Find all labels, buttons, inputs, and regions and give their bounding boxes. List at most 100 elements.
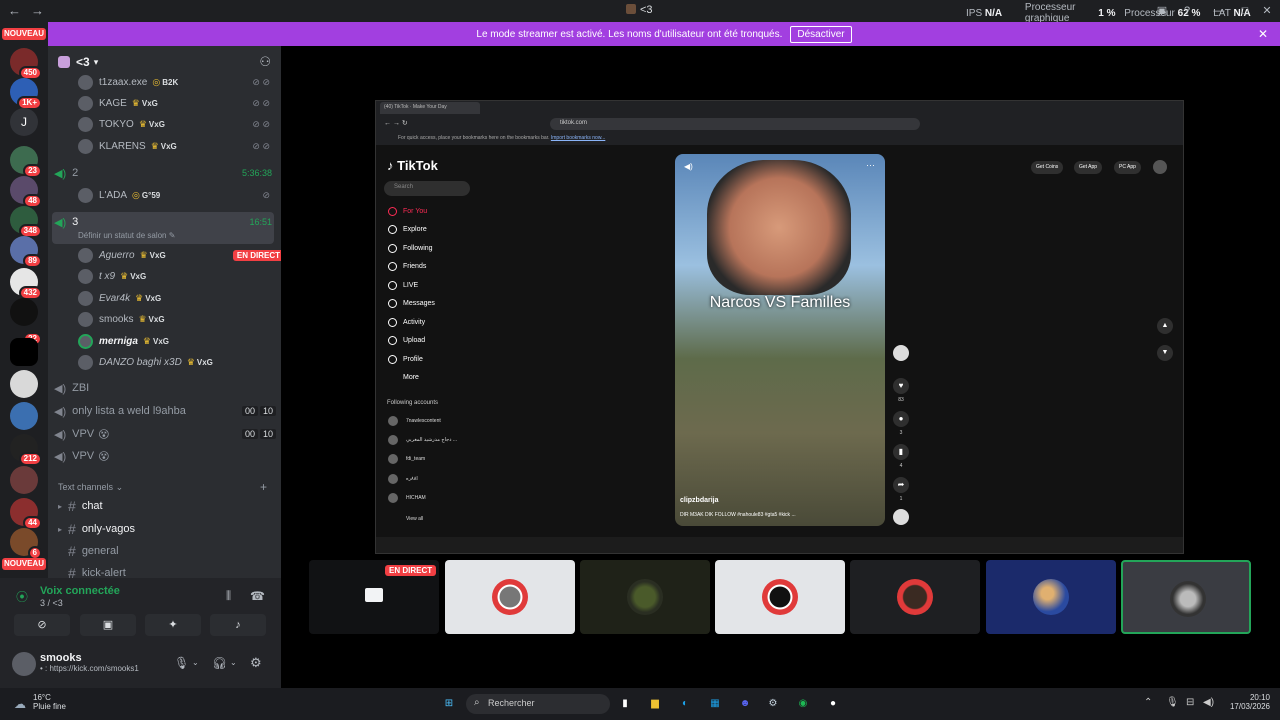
chevron-up-icon[interactable]: ▲ <box>1157 318 1173 334</box>
pc-app-button[interactable]: PC App <box>1114 161 1141 174</box>
voice-user[interactable]: KAGE ♛ VxG ⊘ ⊘ <box>78 93 278 113</box>
nav-friends[interactable]: Friends <box>388 262 426 271</box>
nav-messages[interactable]: Messages <box>388 299 435 308</box>
disconnect-icon[interactable]: ☎ <box>250 589 265 603</box>
nav-activity[interactable]: Activity <box>388 318 425 327</box>
help-icon[interactable]: ? <box>1180 4 1194 18</box>
disable-streamer-button[interactable]: Désactiver <box>790 25 852 43</box>
video-author[interactable]: clipzbdarija <box>680 497 719 504</box>
participant-tile[interactable] <box>986 560 1116 634</box>
server-icon[interactable]: 44 <box>10 498 42 530</box>
get-app-button[interactable]: Get App <box>1074 161 1103 174</box>
maximize-icon[interactable]: □ <box>1238 4 1252 18</box>
get-coins-button[interactable]: Get Coins <box>1031 161 1064 174</box>
clock[interactable]: 20:10 17/03/2026 <box>1222 693 1270 711</box>
text-channel-chat[interactable]: ▸ # chat <box>58 496 273 516</box>
server-icon[interactable]: 6 <box>10 528 42 560</box>
voice-user[interactable]: smooks ♛ VxG <box>78 309 278 329</box>
import-bookmarks-link[interactable]: Import bookmarks now... <box>551 135 605 141</box>
inbox-icon[interactable]: ▣ <box>1155 4 1169 18</box>
volume-icon[interactable]: ◀) <box>1203 697 1214 708</box>
followed-account[interactable]: fdi_team <box>388 454 425 464</box>
voice-user[interactable]: t x9 ♛ VxG <box>78 266 278 286</box>
voice-channel-3[interactable]: ◀) 3 16:51 <box>54 212 276 232</box>
nav-live[interactable]: LIVE <box>388 281 418 290</box>
category-header[interactable]: Text channels ⌄ <box>58 482 123 493</box>
server-icon[interactable] <box>10 370 38 398</box>
address-bar[interactable]: tiktok.com <box>550 118 920 130</box>
participant-tile-speaking[interactable] <box>1121 560 1251 634</box>
task-view-icon[interactable]: ▮ <box>616 695 634 713</box>
nav-profile[interactable]: Profile <box>388 355 423 364</box>
browser-tab[interactable]: (40) TikTok · Make Your Day <box>380 102 480 114</box>
tiktok-search[interactable]: Search <box>384 181 470 196</box>
signal-icon[interactable]: ⦿ <box>16 588 28 605</box>
chevron-down-icon[interactable]: ▼ <box>1157 345 1173 361</box>
taskbar-search[interactable]: Rechercher <box>466 694 610 714</box>
minimize-icon[interactable]: — <box>1212 4 1226 18</box>
voice-channel-vpv[interactable]: ◀) VPV 😵 00 10 <box>54 424 276 444</box>
text-channel-only-vagos[interactable]: ▸ # only-vagos <box>58 519 273 539</box>
bookmark-icon[interactable]: ▮ <box>893 444 909 460</box>
chevron-down-icon[interactable]: ⌄ <box>230 658 237 667</box>
discord-icon[interactable]: ☻ <box>736 695 754 713</box>
heart-icon[interactable]: ♥ <box>893 378 909 394</box>
app-icon[interactable]: ● <box>824 695 842 713</box>
server-icon[interactable]: 450 <box>10 48 42 80</box>
username[interactable]: smooks <box>40 652 82 664</box>
participant-tile[interactable] <box>445 560 575 634</box>
share-icon[interactable]: ➦ <box>893 477 909 493</box>
voice-channel-vpv-2[interactable]: ◀) VPV 😵 <box>54 446 276 466</box>
server-icon[interactable]: 23 <box>10 146 42 178</box>
participant-tile[interactable] <box>850 560 980 634</box>
voice-user[interactable]: L'ADA ◎ G°59 ⊘ <box>78 185 278 205</box>
followed-account[interactable]: دجاج مدرشيد المغربي ... <box>388 435 457 445</box>
weather-widget[interactable]: 16°C Pluie fine <box>33 693 66 711</box>
voice-status[interactable]: Voix connectée <box>40 585 120 597</box>
headphones-icon[interactable]: 🎧︎ <box>212 656 227 670</box>
nav-following[interactable]: Following <box>388 244 433 253</box>
server-icon[interactable]: 1K+ <box>10 78 42 110</box>
sound-disc-icon[interactable] <box>893 509 909 525</box>
close-icon[interactable]: ✕ <box>1260 4 1274 18</box>
followed-account[interactable]: 7nawlescontent <box>388 416 441 426</box>
server-icon[interactable]: 348 <box>10 206 42 238</box>
server-icon[interactable]: 48 <box>10 176 42 208</box>
nav-more[interactable]: More <box>388 373 419 382</box>
file-explorer-icon[interactable]: ▆ <box>646 695 664 713</box>
text-channel-general[interactable]: ▸#general <box>58 541 273 561</box>
voice-user[interactable]: merniga ♛ VxG <box>78 331 278 351</box>
camera-off-icon[interactable]: ⊘ <box>14 614 70 636</box>
network-icon[interactable]: ⊟ <box>1186 697 1194 708</box>
followed-account[interactable]: ا۸۸ره <box>388 474 418 484</box>
server-icon[interactable]: J <box>10 108 38 136</box>
voice-channel-2[interactable]: ◀) 2 5:36:38 <box>54 163 276 183</box>
back-arrow-icon[interactable]: ← <box>8 3 21 18</box>
settings-gear-icon[interactable]: ⚙ <box>250 655 262 671</box>
creator-avatar[interactable] <box>893 345 909 361</box>
volume-icon[interactable]: ◀) <box>684 162 693 171</box>
server-icon[interactable] <box>10 338 38 366</box>
close-banner-icon[interactable]: ✕ <box>1258 27 1268 41</box>
channel-status[interactable]: Définir un statut de salon ✎ <box>78 231 175 240</box>
comment-icon[interactable]: ● <box>893 411 909 427</box>
browser-nav-icons[interactable]: ← → ↻ <box>384 119 408 127</box>
participant-tile[interactable] <box>580 560 710 634</box>
server-icon[interactable]: 432 <box>10 268 42 300</box>
server-icon[interactable]: 89 <box>10 236 42 268</box>
voice-user[interactable]: t1zaax.exe ◎ B2K ⊘ ⊘ <box>78 72 278 92</box>
screen-share-icon[interactable]: ▣ <box>80 614 136 636</box>
participant-tile[interactable] <box>715 560 845 634</box>
server-icon[interactable]: 212 <box>10 434 42 466</box>
soundboard-icon[interactable]: ♪ <box>210 614 266 636</box>
voice-user[interactable]: DANZO baghi x3D ♛ VxG <box>78 352 278 372</box>
nav-explore[interactable]: Explore <box>388 225 427 234</box>
tray-mic-icon[interactable]: 🎙︎ <box>1166 697 1179 708</box>
store-icon[interactable]: ▦ <box>706 695 724 713</box>
followed-account[interactable]: HICHAM <box>388 493 426 503</box>
avatar[interactable] <box>12 652 36 676</box>
voice-location[interactable]: 3 / <3 <box>40 598 63 608</box>
add-member-icon[interactable]: ⚇ <box>259 54 271 70</box>
chevron-down-icon[interactable]: ⌄ <box>192 658 199 667</box>
nav-for-you[interactable]: For You <box>388 207 427 216</box>
